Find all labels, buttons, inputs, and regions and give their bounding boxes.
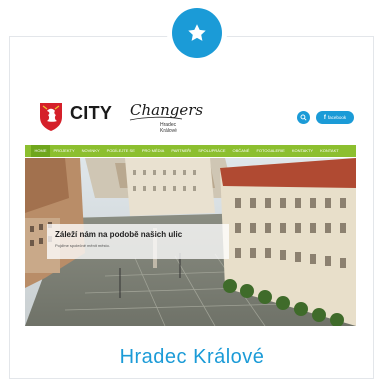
nav-item-kontakt[interactable]: Kontakt [317,145,343,157]
brand-city-line2: Králové [160,128,177,134]
coat-of-arms-icon [40,103,62,131]
nav-item-novinky[interactable]: Novinky [78,145,103,157]
star-icon [188,24,206,41]
brand-logo-text[interactable]: CITY [70,103,112,123]
nav-item-pro-media[interactable]: Pro média [138,145,167,157]
hero-banner: Záleží nám na podobě našich ulic Pojďme … [25,158,356,326]
nav-item-obcane[interactable]: Občané [229,145,253,157]
nav-item-kontakty[interactable]: Kontakty [288,145,316,157]
nav-item-partneri[interactable]: Partneři [168,145,195,157]
hero-caption: Záleží nám na podobě našich ulic Pojďme … [47,224,229,259]
site-header: CITY Changers Hradec Králové f facebook [25,92,356,142]
search-button[interactable] [297,111,310,124]
brand-city-label: Hradec Králové [160,122,200,134]
hero-subtitle: Pojďme společně měnit město. [55,243,110,248]
facebook-button[interactable]: f facebook [316,111,354,124]
facebook-icon: f [323,114,326,121]
website-screenshot[interactable]: CITY Changers Hradec Králové f facebook … [25,92,356,326]
nav-item-spoluprace[interactable]: Spolupráce [195,145,229,157]
hero-title: Záleží nám na podobě našich ulic [55,230,183,239]
star-badge [172,8,222,58]
main-nav: Home Projekty Novinky Podílejte se Pro m… [25,145,356,157]
nav-item-podilejte-se[interactable]: Podílejte se [103,145,138,157]
card-city-name[interactable]: Hradec Králové [0,346,384,369]
nav-item-home[interactable]: Home [31,145,50,157]
facebook-label: facebook [327,115,347,120]
nav-item-fotogalerie[interactable]: Fotogalerie [253,145,288,157]
search-icon [300,114,307,121]
nav-item-projekty[interactable]: Projekty [50,145,78,157]
